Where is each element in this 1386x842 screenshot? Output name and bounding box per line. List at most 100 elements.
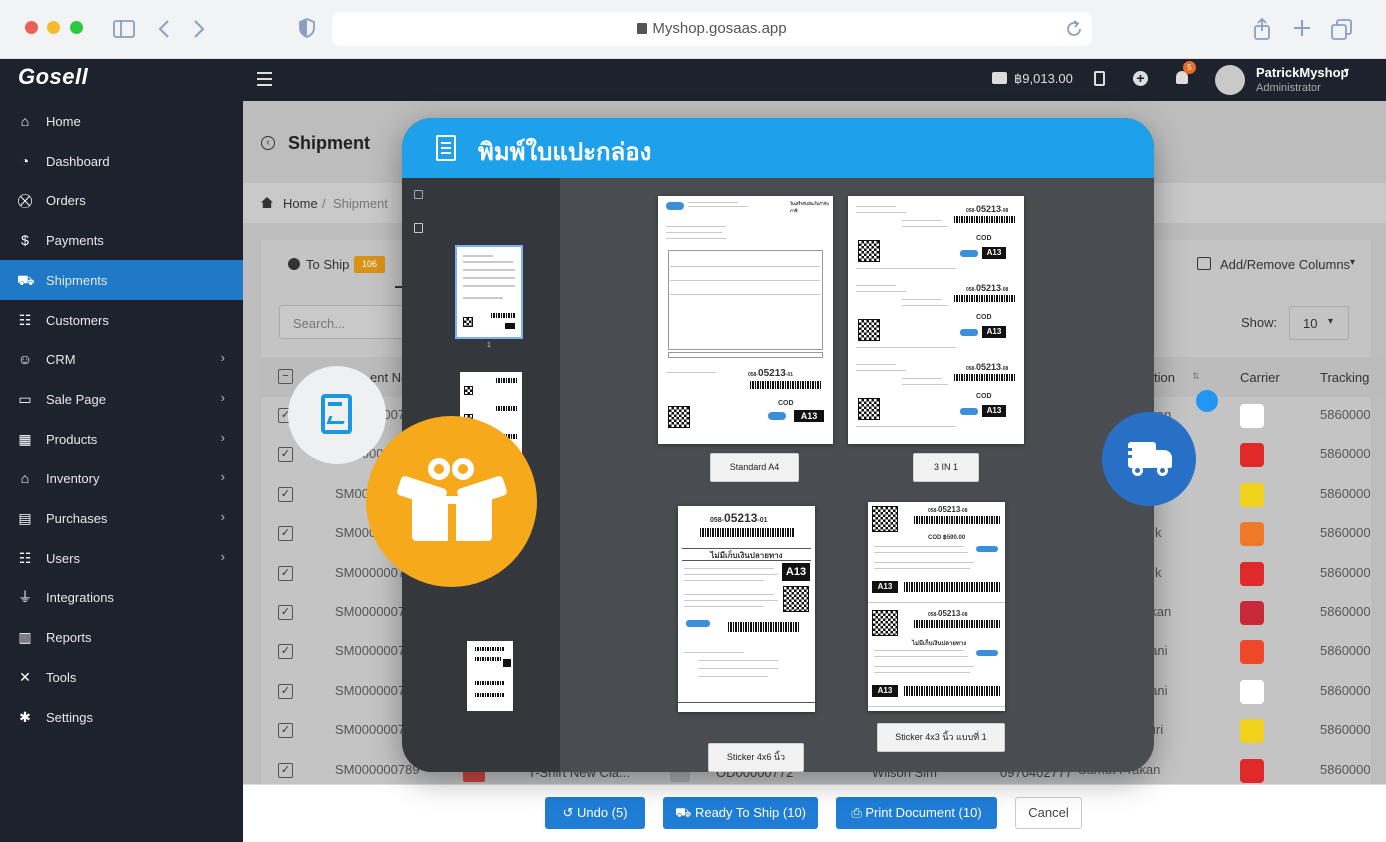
sidebar-item-dashboard[interactable]: ◔ Dashboard bbox=[0, 141, 243, 181]
wallet-balance[interactable]: ฿9,013.00 bbox=[1014, 71, 1073, 87]
thumbnails-view-icon[interactable] bbox=[414, 190, 423, 199]
row-checkbox[interactable]: ✓ bbox=[278, 486, 293, 502]
tab-to-ship[interactable]: To Ship bbox=[306, 257, 349, 272]
gear-icon: ✱ bbox=[19, 708, 31, 725]
sort-icon[interactable]: ⇅ bbox=[1192, 371, 1200, 382]
row-checkbox[interactable]: ✓ bbox=[278, 447, 293, 463]
row-checkbox[interactable]: ✓ bbox=[278, 526, 293, 542]
print-document-button[interactable]: ⎙ Print Document (10) bbox=[836, 797, 997, 829]
template-3in1-button[interactable]: 3 IN 1 bbox=[913, 453, 979, 482]
clock-icon bbox=[288, 258, 300, 270]
browser-icon: ▭ bbox=[18, 390, 32, 407]
shipment-number[interactable]: SM00 bbox=[335, 486, 369, 501]
sidebar-item-integrations[interactable]: ⏚ Integrations bbox=[0, 577, 243, 617]
column-carrier[interactable]: Carrier bbox=[1240, 370, 1280, 385]
tabs-overview-icon[interactable] bbox=[1331, 19, 1353, 45]
row-checkbox[interactable]: ✓ bbox=[278, 605, 293, 620]
maximize-window-button[interactable] bbox=[70, 21, 83, 34]
tracking-number[interactable]: 5860000 bbox=[1320, 683, 1371, 698]
tracking-number[interactable]: 5860000 bbox=[1320, 762, 1371, 777]
tracking-number[interactable]: 5860000 bbox=[1320, 486, 1371, 501]
template-3in1-preview[interactable]: 058-05213-08 COD A13 058-05213-08 COD A13 058-… bbox=[848, 196, 1024, 444]
calculator-icon[interactable] bbox=[1094, 71, 1105, 86]
menu-toggle-icon[interactable] bbox=[257, 72, 272, 86]
column-tracking[interactable]: Tracking bbox=[1320, 370, 1369, 385]
chevron-right-icon: › bbox=[220, 429, 225, 445]
shield-icon[interactable] bbox=[299, 18, 315, 42]
truck-icon: ⛟ bbox=[674, 805, 695, 820]
cart-icon: ⛒ bbox=[17, 192, 33, 209]
user-name[interactable]: PatrickMyshop bbox=[1256, 65, 1348, 80]
template-standard-a4-preview[interactable]: ใบเสร็จรับเงิน/ใบกำกับภาษี 058-05213-01 … bbox=[658, 196, 833, 444]
avatar[interactable] bbox=[1215, 65, 1245, 95]
cancel-button[interactable]: Cancel bbox=[1015, 797, 1082, 829]
shipment-number[interactable]: SM0000007 bbox=[335, 722, 405, 737]
tracking-number[interactable]: 5860000 bbox=[1320, 407, 1371, 422]
page-size-select[interactable]: 10 ▾ bbox=[1289, 306, 1349, 340]
money-bag-icon: $ bbox=[21, 232, 29, 249]
tracking-number[interactable]: 5860000 bbox=[1320, 643, 1371, 658]
undo-button[interactable]: ↺ Undo (5) bbox=[545, 797, 645, 829]
sidebar-item-products[interactable]: ▦ Products › bbox=[0, 419, 243, 459]
outline-view-icon[interactable] bbox=[414, 223, 423, 233]
shipment-number[interactable]: SM0000007 bbox=[335, 565, 405, 580]
sidebar-item-orders[interactable]: ⛒ Orders bbox=[0, 180, 243, 220]
shipment-number[interactable]: SM0000007 bbox=[335, 683, 405, 698]
sidebar-toggle-icon[interactable] bbox=[113, 20, 135, 42]
sidebar-item-sale-page[interactable]: ▭ Sale Page › bbox=[0, 379, 243, 419]
sidebar-item-shipments[interactable]: ⛟ Shipments bbox=[0, 259, 243, 300]
sidebar-item-settings[interactable]: ✱ Settings bbox=[0, 697, 243, 737]
chevron-down-icon[interactable]: ▾ bbox=[1344, 66, 1349, 77]
breadcrumb-home[interactable]: Home bbox=[283, 196, 318, 211]
select-all-checkbox[interactable]: − bbox=[278, 369, 293, 384]
new-tab-icon[interactable] bbox=[1293, 19, 1311, 41]
back-icon[interactable] bbox=[158, 19, 170, 43]
reload-icon[interactable] bbox=[1064, 19, 1084, 43]
sidebar-item-tools[interactable]: ✕ Tools bbox=[0, 657, 243, 697]
page-thumbnail-1[interactable] bbox=[455, 245, 523, 339]
template-sticker-4x6-preview[interactable]: 058-05213-01 ไม่มีเก็บเงินปลายทาง A13 bbox=[678, 506, 815, 712]
add-circle-icon[interactable]: + bbox=[1133, 71, 1148, 86]
tracking-number[interactable]: 5860000 bbox=[1320, 446, 1371, 461]
sidebar-item-payments[interactable]: $ Payments bbox=[0, 220, 243, 260]
tracking-number[interactable]: 5860000 bbox=[1320, 604, 1371, 619]
column-location[interactable]: tion bbox=[1154, 370, 1175, 385]
shipment-location: k bbox=[1155, 525, 1162, 541]
share-icon[interactable] bbox=[1253, 17, 1271, 44]
sidebar-item-home[interactable]: ⌂ Home bbox=[0, 101, 243, 141]
template-sticker-4x6-button[interactable]: Sticker 4x6 นิ้ว bbox=[708, 743, 804, 772]
close-window-button[interactable] bbox=[25, 21, 38, 34]
sidebar-item-crm[interactable]: ☺ CRM › bbox=[0, 339, 243, 379]
sidebar-item-inventory[interactable]: ⌂ Inventory › bbox=[0, 458, 243, 498]
tracking-number[interactable]: 5860000 bbox=[1320, 722, 1371, 737]
sidebar-item-purchases[interactable]: ▤ Purchases › bbox=[0, 498, 243, 538]
shipment-number[interactable]: SM0000007 bbox=[335, 643, 405, 658]
row-checkbox[interactable]: ✓ bbox=[278, 723, 293, 739]
row-checkbox[interactable]: ✓ bbox=[278, 762, 293, 778]
row-checkbox[interactable]: ✓ bbox=[278, 565, 293, 581]
open-box-icon bbox=[366, 416, 537, 587]
template-gallery: ใบเสร็จรับเงิน/ใบกำกับภาษี 058-05213-01 … bbox=[560, 178, 1154, 772]
page-thumbnail-3[interactable] bbox=[467, 641, 513, 711]
ready-to-ship-button[interactable]: ⛟ Ready To Ship (10) bbox=[663, 797, 818, 829]
carrier-logo bbox=[1240, 443, 1264, 468]
address-bar[interactable]: Myshop.gosaas.app bbox=[332, 12, 1092, 46]
minimize-window-button[interactable] bbox=[47, 21, 60, 34]
forward-icon[interactable] bbox=[193, 19, 205, 43]
shipment-number[interactable]: SM0000007 bbox=[335, 604, 405, 619]
tracking-number[interactable]: 5860000 bbox=[1320, 525, 1371, 540]
tracking-number[interactable]: 5860000 bbox=[1320, 565, 1371, 580]
sidebar-item-reports[interactable]: ▥ Reports bbox=[0, 617, 243, 657]
template-standard-a4-button[interactable]: Standard A4 bbox=[710, 453, 799, 482]
tools-icon: ✕ bbox=[19, 668, 31, 685]
template-sticker-4x3-button[interactable]: Sticker 4x3 นิ้ว แบบที่ 1 bbox=[877, 723, 1005, 752]
template-sticker-4x3-preview[interactable]: 058-05213-08 COD ฿590.00 A13 058-05213-08 ไม… bbox=[868, 502, 1005, 711]
back-arrow-icon[interactable]: ‹ bbox=[261, 136, 275, 150]
add-remove-columns-button[interactable]: Add/Remove Columns bbox=[1220, 257, 1350, 272]
search-input[interactable]: Search... bbox=[279, 305, 409, 339]
sidebar-item-customers[interactable]: ☷ Customers bbox=[0, 300, 243, 340]
sidebar-item-users[interactable]: ☷ Users › bbox=[0, 538, 243, 578]
row-checkbox[interactable]: ✓ bbox=[278, 683, 293, 699]
row-checkbox[interactable]: ✓ bbox=[278, 644, 293, 660]
app-logo[interactable]: Gosell bbox=[18, 64, 88, 90]
